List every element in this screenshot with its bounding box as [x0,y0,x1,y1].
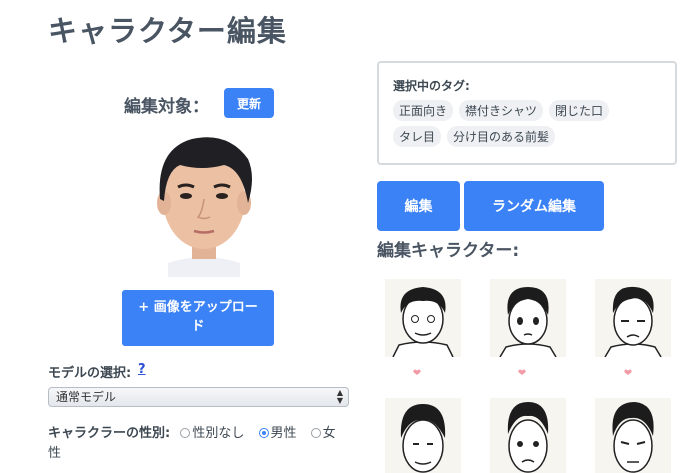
gender-label: キャラクラーの性別: [48,426,171,441]
tag-chip[interactable]: タレ目 [393,126,442,147]
selected-tags-title: 選択中のタグ: [393,79,470,93]
edit-target-label: 編集対象： [124,97,209,117]
character-thumbnail[interactable] [595,279,671,357]
tag-chip[interactable]: 分け目のある前髪 [447,126,556,147]
model-help-link[interactable]: ? [138,362,146,377]
radio-checked-icon[interactable] [258,428,269,438]
select-arrows-icon: ▲ ▼ [336,388,343,405]
uploaded-photo [138,125,270,277]
heart-icon[interactable]: ❤ [516,368,528,379]
edit-button[interactable]: 編集 [377,181,460,231]
gender-option-male[interactable]: 男性 [258,426,297,441]
tag-chip[interactable]: 襟付きシャツ [459,100,544,121]
gender-selector: キャラクラーの性別: 性別なし 男性 女性 [48,424,348,464]
tag-chip[interactable]: 閉じた口 [549,100,610,121]
selected-tags-panel: 選択中のタグ: 正面向き 襟付きシャツ 閉じた口 タレ目 分け目のある前髪 [377,61,677,165]
radio-icon[interactable] [310,428,321,438]
random-edit-button[interactable]: ランダム編集 [464,181,604,231]
tag-chip[interactable]: 正面向き [393,100,454,121]
edited-characters-title: 編集キャラクター: [377,241,520,261]
radio-icon[interactable] [180,428,191,438]
character-thumbnail[interactable] [385,279,461,357]
character-thumbnail[interactable] [385,398,461,473]
upload-image-button[interactable]: + 画像をアップロード [122,290,274,346]
character-thumbnail[interactable] [490,279,566,357]
gender-option-none[interactable]: 性別なし [180,426,244,441]
model-select[interactable]: 通常モデル ▲ ▼ [48,387,349,407]
refresh-button[interactable]: 更新 [224,88,274,118]
heart-icon[interactable]: ❤ [622,368,634,379]
character-thumbnail[interactable] [490,398,566,473]
character-thumbnail[interactable] [595,398,671,473]
heart-icon[interactable]: ❤ [411,368,423,379]
model-select-label: モデルの選択: [48,366,132,381]
page-title: キャラクター編集 [48,14,287,48]
model-select-value: 通常モデル [56,390,117,404]
